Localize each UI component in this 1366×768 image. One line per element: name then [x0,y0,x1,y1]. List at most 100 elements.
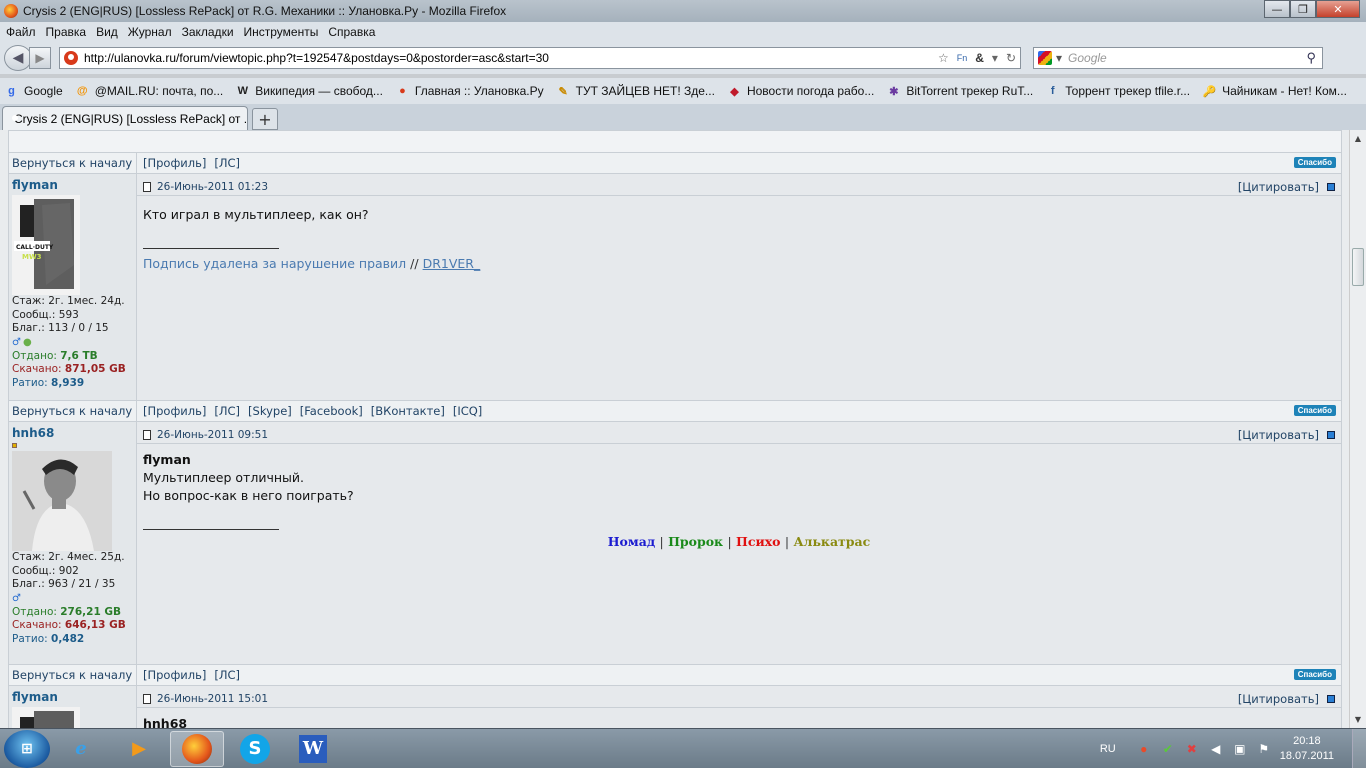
search-magnifier-icon[interactable]: ⚲ [1306,50,1316,66]
bookmark-item[interactable]: ✎ ТУТ ЗАЙЦЕВ НЕТ! Зде... [556,84,715,99]
taskbar-ie[interactable]: e [54,731,108,767]
new-tab-button[interactable]: + [252,108,278,130]
flag-icon[interactable]: ⚑ [1256,741,1272,757]
signature-divider [143,529,279,530]
stat-stazh: Стаж: 2г. 1мес. 24д. [12,295,125,307]
bookmark-favicon-icon: W [237,85,248,97]
url-dropdown-icon[interactable]: ▾ [992,51,998,65]
quote-link[interactable]: [Цитировать] [1238,692,1319,706]
network-warning-icon[interactable]: ✖ [1184,741,1200,757]
volume-icon[interactable]: ◀ [1208,741,1224,757]
url-bar[interactable]: http://ulanovka.ru/forum/viewtopic.php?t… [59,47,1021,69]
bookmark-item[interactable]: g Google [4,84,63,99]
bookmark-item[interactable]: ✱ BitTorrent трекер RuT... [886,84,1033,99]
taskbar-skype[interactable]: S [228,731,282,767]
quote-link[interactable]: [Цитировать] [1238,428,1319,442]
profile-link[interactable]: [Профиль] [143,404,206,418]
bookmark-label: Google [24,84,63,98]
select-post-icon[interactable] [1327,182,1335,191]
search-engine-dropdown-icon[interactable]: ▾ [1056,51,1062,65]
menu-history[interactable]: Журнал [128,25,172,39]
username-link[interactable]: flyman [12,690,133,704]
username-link[interactable]: flyman [12,178,133,192]
rank-icon [12,443,17,448]
vertical-scrollbar[interactable]: ▲ ▼ [1349,130,1366,728]
maximize-button[interactable]: ❐ [1290,0,1316,18]
menu-file[interactable]: Файл [6,25,36,39]
quote-link[interactable]: [Цитировать] [1238,180,1319,194]
bookmark-item[interactable]: @ @MAIL.RU: почта, по... [75,84,223,99]
thanks-button[interactable]: Спасибо [1293,405,1336,416]
post-body: hnh68 [143,708,1335,728]
language-indicator[interactable]: RU [1100,743,1116,755]
taskbar-firefox[interactable] [170,730,224,767]
bookmark-item[interactable]: ◆ Новости погода рабо... [727,84,874,99]
menu-bookmarks[interactable]: Закладки [182,25,234,39]
thanks-button[interactable]: Спасибо [1293,157,1336,168]
menu-tools[interactable]: Инструменты [244,25,319,39]
post: flyman 26-Июнь-2011 15:01 [Цитировать] h… [8,686,1342,728]
profile-link[interactable]: [Профиль] [143,668,206,682]
window-titlebar: Crysis 2 (ENG|RUS) [Lossless RePack] от … [0,0,1366,22]
show-desktop-button[interactable] [1352,729,1366,768]
menu-edit[interactable]: Правка [46,25,87,39]
reload-icon[interactable]: ↻ [1006,51,1016,65]
post-date: 26-Июнь-2011 09:51 [157,428,269,441]
thanks-button[interactable]: Спасибо [1293,669,1336,680]
signature-author-link[interactable]: DR1VER_ [423,256,481,271]
icq-link[interactable]: [ICQ] [453,404,482,418]
pm-link[interactable]: [ЛС] [214,668,240,682]
avatar[interactable] [12,707,80,728]
google-icon[interactable] [1038,51,1052,65]
close-button[interactable]: ✕ [1316,0,1360,18]
menu-help[interactable]: Справка [328,25,375,39]
scroll-thumb[interactable] [1352,248,1364,286]
back-to-top-link[interactable]: Вернуться к началу [12,156,132,170]
checkmark-tray-icon[interactable]: ✔ [1160,741,1176,757]
back-to-top-link[interactable]: Вернуться к началу [12,404,132,418]
scroll-down-arrow-icon[interactable]: ▼ [1350,711,1366,728]
facebook-link[interactable]: [Facebook] [300,404,363,418]
bookmark-item[interactable]: f Торрент трекер tfile.r... [1045,84,1190,99]
start-button[interactable]: ⊞ [4,729,50,768]
select-post-icon[interactable] [1327,430,1335,439]
select-post-icon[interactable] [1327,694,1335,703]
taskbar-media-player[interactable]: ▶ [112,731,166,767]
back-button[interactable]: ◀ [4,45,32,71]
bookmark-star-icon[interactable]: ☆ [938,51,949,65]
clock-time: 20:18 [1293,735,1321,747]
forward-button[interactable]: ▶ [29,47,51,69]
post-nav-row: Вернуться к началу [Профиль] [ЛС] [Skype… [8,400,1342,422]
minimize-button[interactable]: — [1264,0,1290,18]
devices-icon[interactable]: ▣ [1232,741,1248,757]
username-link[interactable]: hnh68 [12,426,133,440]
forum-posts: Вернуться к началу [Профиль] [ЛС] Спасиб… [8,130,1342,728]
url-text[interactable]: http://ulanovka.ru/forum/viewtopic.php?t… [84,51,549,65]
translate-badge[interactable]: Fn [957,53,968,63]
amp-icon[interactable]: & [975,51,984,65]
search-placeholder[interactable]: Google [1068,51,1107,65]
avatar[interactable]: CALL·DUTY MW3 [12,195,80,295]
menu-view[interactable]: Вид [96,25,118,39]
search-box[interactable]: ▾ Google ⚲ [1033,47,1323,69]
skype-link[interactable]: [Skype] [248,404,292,418]
scroll-up-arrow-icon[interactable]: ▲ [1350,130,1366,147]
back-to-top-link[interactable]: Вернуться к началу [12,668,132,682]
stat-uploaded: Отдано: 276,21 GB [12,605,122,618]
bookmark-item[interactable]: ● Главная :: Улановка.Ру [395,84,544,99]
pm-link[interactable]: [ЛС] [214,404,240,418]
bookmark-item[interactable]: W Википедия — свобод... [235,84,383,99]
tab-crysis[interactable]: Crysis 2 (ENG|RUS) [Lossless RePack] от … [2,106,248,130]
ulanovka-tray-icon[interactable]: ● [1136,741,1152,757]
taskbar-word[interactable]: W [286,731,340,767]
pm-link[interactable]: [ЛС] [214,156,240,170]
clock[interactable]: 20:18 18.07.2011 [1280,734,1334,764]
profile-link[interactable]: [Профиль] [143,156,206,170]
signature-separator: // [410,256,419,271]
stat-messages: Сообщ.: 593 [12,308,79,321]
bookmark-item[interactable]: 🔑 Чайникам - Нет! Ком... [1202,84,1347,99]
vkontakte-link[interactable]: [ВКонтакте] [371,404,445,418]
stat-ratio: Ратио: 8,939 [12,376,85,389]
bookmark-favicon-icon: @ [76,85,88,97]
avatar[interactable] [12,451,112,551]
